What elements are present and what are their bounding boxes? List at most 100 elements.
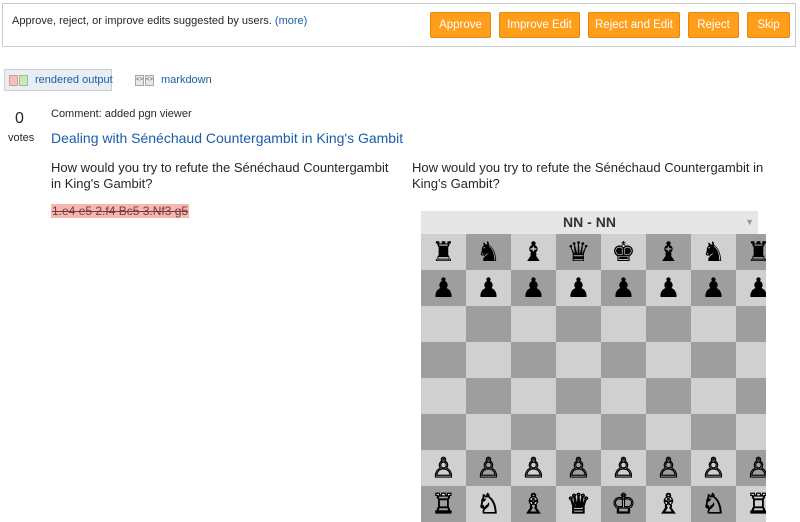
square-d1[interactable]: ♕ <box>556 486 601 522</box>
square-f3[interactable] <box>646 414 691 450</box>
square-d5[interactable] <box>556 342 601 378</box>
square-g4[interactable] <box>691 378 736 414</box>
tab-rendered-output[interactable]: rendered output <box>4 69 113 91</box>
square-a7[interactable]: ♟ <box>421 270 466 306</box>
square-b7[interactable]: ♟ <box>466 270 511 306</box>
tab-rendered-label: rendered output <box>35 74 113 86</box>
square-c7[interactable]: ♟ <box>511 270 556 306</box>
square-h2[interactable]: ♙ <box>736 450 766 486</box>
chess-piece-icon: ♝ <box>521 236 546 268</box>
square-g8[interactable]: ♞ <box>691 234 736 270</box>
chess-piece-icon: ♙ <box>611 452 636 484</box>
square-b3[interactable] <box>466 414 511 450</box>
chess-piece-icon: ♜ <box>431 236 456 268</box>
square-b2[interactable]: ♙ <box>466 450 511 486</box>
square-b4[interactable] <box>466 378 511 414</box>
reject-button[interactable]: Reject <box>688 12 739 38</box>
square-d4[interactable] <box>556 378 601 414</box>
square-d2[interactable]: ♙ <box>556 450 601 486</box>
square-g1[interactable]: ♘ <box>691 486 736 522</box>
chess-piece-icon: ♟ <box>521 272 546 304</box>
square-f5[interactable] <box>646 342 691 378</box>
square-c4[interactable] <box>511 378 556 414</box>
improve-edit-button[interactable]: Improve Edit <box>499 12 580 38</box>
square-g3[interactable] <box>691 414 736 450</box>
square-c8[interactable]: ♝ <box>511 234 556 270</box>
square-c5[interactable] <box>511 342 556 378</box>
square-e3[interactable] <box>601 414 646 450</box>
square-f2[interactable]: ♙ <box>646 450 691 486</box>
square-f1[interactable]: ♗ <box>646 486 691 522</box>
square-e4[interactable] <box>601 378 646 414</box>
chess-piece-icon: ♗ <box>521 488 546 520</box>
square-b6[interactable] <box>466 306 511 342</box>
original-body: How would you try to refute the Sénéchau… <box>51 160 389 191</box>
square-c2[interactable]: ♙ <box>511 450 556 486</box>
chess-piece-icon: ♝ <box>656 236 681 268</box>
square-d6[interactable] <box>556 306 601 342</box>
square-c3[interactable] <box>511 414 556 450</box>
square-h1[interactable]: ♖ <box>736 486 766 522</box>
square-b1[interactable]: ♘ <box>466 486 511 522</box>
square-g2[interactable]: ♙ <box>691 450 736 486</box>
square-d3[interactable] <box>556 414 601 450</box>
chess-piece-icon: ♙ <box>656 452 681 484</box>
tab-markdown[interactable]: <> <> markdown <box>131 69 221 91</box>
square-e8[interactable]: ♚ <box>601 234 646 270</box>
square-e7[interactable]: ♟ <box>601 270 646 306</box>
square-h6[interactable] <box>736 306 766 342</box>
removed-pgn-text: 1.e4 e5 2.f4 Bc5 3.Nf3 g5 <box>51 204 190 218</box>
square-f4[interactable] <box>646 378 691 414</box>
square-f7[interactable]: ♟ <box>646 270 691 306</box>
edit-comment: Comment: added pgn viewer <box>51 108 192 120</box>
more-link[interactable]: (more) <box>275 15 307 27</box>
square-a4[interactable] <box>421 378 466 414</box>
square-e2[interactable]: ♙ <box>601 450 646 486</box>
square-d8[interactable]: ♛ <box>556 234 601 270</box>
chess-piece-icon: ♘ <box>476 488 501 520</box>
square-c6[interactable] <box>511 306 556 342</box>
chess-piece-icon: ♔ <box>611 488 636 520</box>
chevron-down-icon[interactable]: ▼ <box>745 217 754 227</box>
chess-piece-icon: ♖ <box>431 488 456 520</box>
square-b5[interactable] <box>466 342 511 378</box>
square-a1[interactable]: ♖ <box>421 486 466 522</box>
square-e1[interactable]: ♔ <box>601 486 646 522</box>
square-h5[interactable] <box>736 342 766 378</box>
square-g7[interactable]: ♟ <box>691 270 736 306</box>
square-h7[interactable]: ♟ <box>736 270 766 306</box>
chess-piece-icon: ♕ <box>566 488 591 520</box>
chess-piece-icon: ♟ <box>701 272 726 304</box>
square-a5[interactable] <box>421 342 466 378</box>
square-a6[interactable] <box>421 306 466 342</box>
chess-piece-icon: ♙ <box>431 452 456 484</box>
chess-piece-icon: ♟ <box>611 272 636 304</box>
chess-piece-icon: ♟ <box>566 272 591 304</box>
square-b8[interactable]: ♞ <box>466 234 511 270</box>
question-title-link[interactable]: Dealing with Sénéchaud Countergambit in … <box>51 130 403 146</box>
square-g5[interactable] <box>691 342 736 378</box>
square-g6[interactable] <box>691 306 736 342</box>
reject-and-edit-button[interactable]: Reject and Edit <box>588 12 680 38</box>
chess-piece-icon: ♙ <box>701 452 726 484</box>
square-e5[interactable] <box>601 342 646 378</box>
square-e6[interactable] <box>601 306 646 342</box>
chess-piece-icon: ♙ <box>521 452 546 484</box>
square-a3[interactable] <box>421 414 466 450</box>
square-a8[interactable]: ♜ <box>421 234 466 270</box>
square-c1[interactable]: ♗ <box>511 486 556 522</box>
chess-piece-icon: ♗ <box>656 488 681 520</box>
approve-button[interactable]: Approve <box>430 12 491 38</box>
square-h3[interactable] <box>736 414 766 450</box>
square-h4[interactable] <box>736 378 766 414</box>
votes-label: votes <box>8 132 35 144</box>
square-f6[interactable] <box>646 306 691 342</box>
pgn-viewer-header: NN - NN ▼ <box>421 211 758 234</box>
square-d7[interactable]: ♟ <box>556 270 601 306</box>
chess-piece-icon: ♟ <box>431 272 456 304</box>
skip-button[interactable]: Skip <box>747 12 790 38</box>
square-a2[interactable]: ♙ <box>421 450 466 486</box>
rendered-output-icon <box>9 74 29 86</box>
square-f8[interactable]: ♝ <box>646 234 691 270</box>
square-h8[interactable]: ♜ <box>736 234 766 270</box>
